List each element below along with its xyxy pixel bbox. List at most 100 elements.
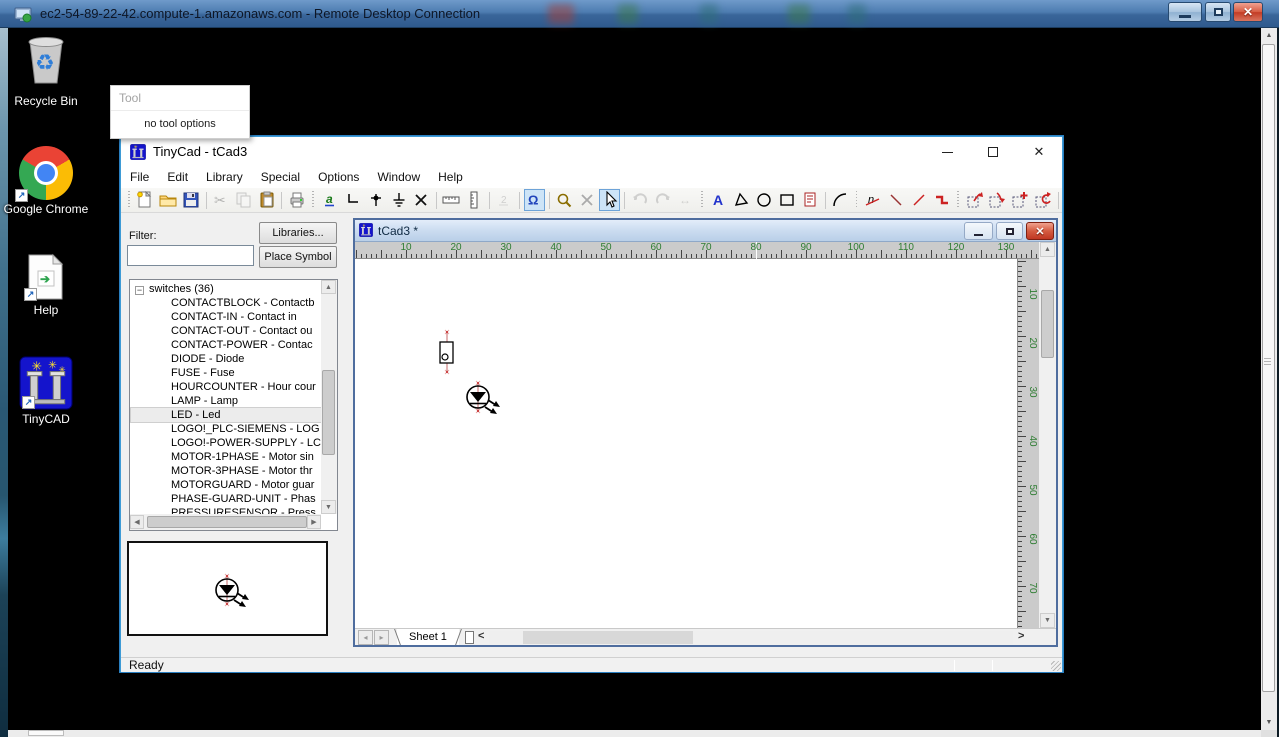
menu-edit[interactable]: Edit: [158, 167, 197, 188]
window-maximize-button[interactable]: [970, 137, 1016, 167]
tree-item[interactable]: FUSE - Fuse: [131, 366, 321, 380]
text-button[interactable]: A: [708, 189, 729, 211]
scale-button[interactable]: [464, 189, 485, 211]
tree-item[interactable]: HOURCOUNTER - Hour cour: [131, 380, 321, 394]
document-titlebar[interactable]: ✳ tCad3 * ✕: [355, 220, 1056, 242]
rdp-vertical-scrollbar[interactable]: ▲ ▼: [1261, 28, 1277, 730]
zoom-button[interactable]: [554, 189, 575, 211]
select-button[interactable]: [599, 189, 620, 211]
desktop-icon-recycle-bin[interactable]: ♻ Recycle Bin: [0, 33, 92, 109]
menu-options[interactable]: Options: [309, 167, 368, 188]
polygon-button[interactable]: [731, 189, 752, 211]
annotation-button[interactable]: a: [319, 189, 340, 211]
scroll-thumb[interactable]: [1262, 44, 1275, 692]
ruler-button[interactable]: [441, 189, 462, 211]
led-symbol[interactable]: [448, 366, 508, 426]
ellipse-button[interactable]: [754, 189, 775, 211]
tab-scroll-right-button[interactable]: ▸: [374, 630, 389, 645]
tree-item[interactable]: MOTOR-1PHASE - Motor sin: [131, 450, 321, 464]
scroll-thumb[interactable]: [28, 730, 64, 736]
tree-item[interactable]: LOGO!_PLC-SIEMENS - LOG: [131, 422, 321, 436]
menu-window[interactable]: Window: [368, 167, 429, 188]
tree-item[interactable]: DIODE - Diode: [131, 352, 321, 366]
rdp-horizontal-scrollbar[interactable]: [8, 730, 1261, 737]
tree-item[interactable]: LOGO!-POWER-SUPPLY - LC: [131, 436, 321, 450]
block-export-button[interactable]: [987, 189, 1008, 211]
rdp-close-button[interactable]: ✕: [1233, 2, 1263, 22]
autowire-button[interactable]: [931, 189, 952, 211]
desktop-icon-help[interactable]: ➔ ↗ Help: [0, 253, 92, 318]
new-file-button[interactable]: [135, 189, 156, 211]
tree-group-switches[interactable]: −switches (36): [131, 282, 321, 296]
copy-button[interactable]: [234, 189, 255, 211]
swap-button[interactable]: ↔: [675, 189, 696, 211]
resize-grip[interactable]: [1051, 661, 1061, 671]
cut-button[interactable]: ✂: [211, 189, 232, 211]
tree-horizontal-scrollbar[interactable]: ◀ ▶: [130, 514, 321, 530]
line-button[interactable]: [885, 189, 906, 211]
doc-restore-button[interactable]: [996, 222, 1023, 240]
print-button[interactable]: [286, 189, 307, 211]
paste-button[interactable]: [257, 189, 278, 211]
canvas-vertical-scrollbar[interactable]: ▲ ▼: [1039, 242, 1056, 628]
rectangle-button[interactable]: [777, 189, 798, 211]
rdp-restore-button[interactable]: [1205, 2, 1231, 22]
doc-close-button[interactable]: ✕: [1026, 222, 1054, 240]
textbox-button[interactable]: [800, 189, 821, 211]
pin-button[interactable]: n: [862, 189, 883, 211]
menu-help[interactable]: Help: [429, 167, 472, 188]
polyline-button[interactable]: [908, 189, 929, 211]
scroll-up-button[interactable]: ▲: [1040, 242, 1055, 257]
tree-item[interactable]: CONTACT-POWER - Contac: [131, 338, 321, 352]
rdp-connection-bar[interactable]: ec2-54-89-22-42.compute-1.amazonaws.com …: [0, 0, 1279, 28]
scroll-right-button[interactable]: ▶: [307, 515, 321, 529]
filter-input[interactable]: [127, 245, 254, 266]
scroll-up-button[interactable]: ▲: [321, 280, 336, 294]
tree-item[interactable]: CONTACT-OUT - Contact ou: [131, 324, 321, 338]
menu-special[interactable]: Special: [252, 167, 309, 188]
menu-library[interactable]: Library: [197, 167, 252, 188]
canvas-scroll-right-button[interactable]: >: [1018, 630, 1024, 642]
power-button[interactable]: [388, 189, 409, 211]
doc-minimize-button[interactable]: [964, 222, 993, 240]
wire-button[interactable]: [342, 189, 363, 211]
block-rotate-button[interactable]: [1033, 189, 1054, 211]
tree-vertical-scrollbar[interactable]: ▲ ▼: [321, 280, 337, 514]
canvas-scroll-left-button[interactable]: <: [478, 630, 484, 642]
tree-item[interactable]: MOTORGUARD - Motor guar: [131, 478, 321, 492]
open-file-button[interactable]: [158, 189, 179, 211]
block-import-button[interactable]: [964, 189, 985, 211]
led-symbol[interactable]: [197, 559, 257, 619]
undo-button[interactable]: [629, 189, 650, 211]
junction-button[interactable]: [365, 189, 386, 211]
place-symbol-button[interactable]: Place Symbol: [259, 246, 337, 268]
redo-button[interactable]: [652, 189, 673, 211]
get-symbol-button[interactable]: Ω: [524, 189, 545, 211]
desktop-icon-google-chrome[interactable]: ↗ Google Chrome: [0, 146, 92, 217]
arc-button[interactable]: [830, 189, 851, 211]
cancel-button[interactable]: [576, 189, 597, 211]
tree-item[interactable]: LAMP - Lamp: [131, 394, 321, 408]
scroll-thumb[interactable]: [322, 370, 335, 455]
window-titlebar[interactable]: ✳ TinyCad - tCad3 ✕: [121, 137, 1062, 167]
tree-item[interactable]: MOTOR-3PHASE - Motor thr: [131, 464, 321, 478]
schematic-canvas[interactable]: [355, 259, 1017, 628]
new-sheet-tab-stub[interactable]: [465, 631, 474, 644]
tab-scroll-left-button[interactable]: ◂: [358, 630, 373, 645]
sheet-tab[interactable]: Sheet 1: [397, 629, 459, 645]
scroll-thumb[interactable]: [1041, 290, 1054, 358]
scroll-up-button[interactable]: ▲: [1261, 28, 1277, 43]
tree-item[interactable]: CONTACT-IN - Contact in: [131, 310, 321, 324]
tree-item[interactable]: LED - Led: [131, 408, 321, 422]
desktop-icon-tinycad[interactable]: ✳ ✳ ✳ ↗ TinyCAD: [0, 356, 92, 427]
block-add-button[interactable]: [1010, 189, 1031, 211]
rdp-minimize-button[interactable]: [1168, 2, 1202, 22]
scroll-thumb[interactable]: [523, 631, 693, 644]
scroll-left-button[interactable]: ◀: [130, 515, 144, 529]
canvas-horizontal-scrollbar[interactable]: [489, 631, 1013, 644]
scroll-down-button[interactable]: ▼: [1040, 613, 1055, 628]
menu-file[interactable]: File: [121, 167, 158, 188]
libraries-button[interactable]: Libraries...: [259, 222, 337, 244]
origin-button[interactable]: 2: [494, 189, 515, 211]
tree-item[interactable]: CONTACTBLOCK - Contactb: [131, 296, 321, 310]
